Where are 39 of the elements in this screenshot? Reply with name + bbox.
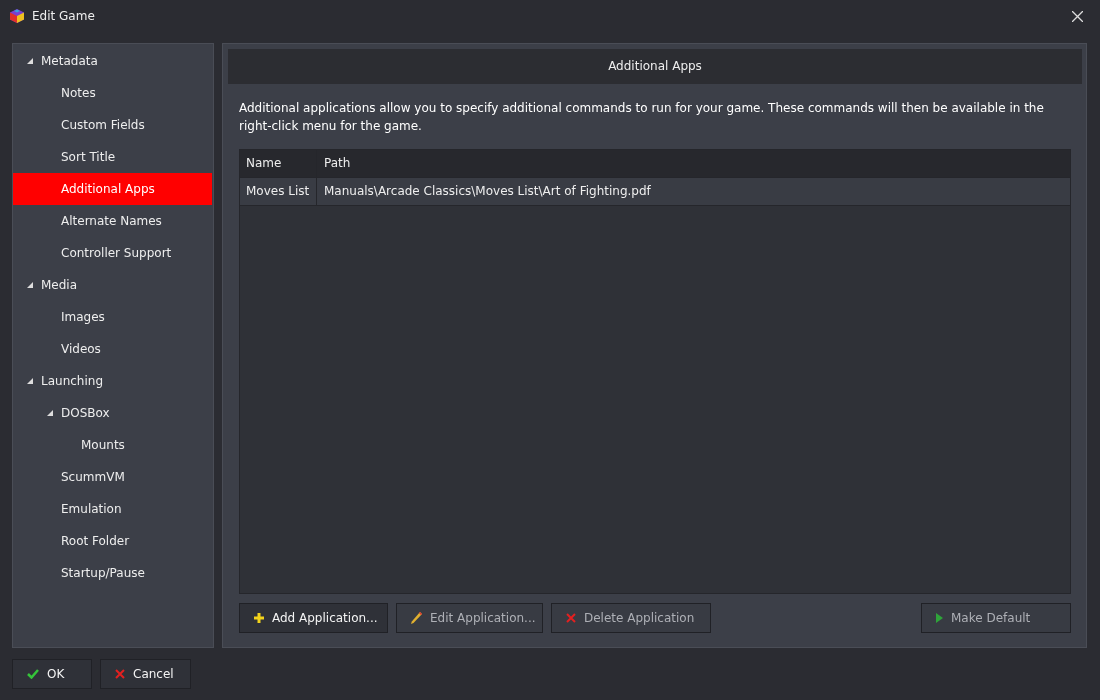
close-icon xyxy=(115,669,125,679)
column-header[interactable]: Name xyxy=(240,150,317,177)
ok-button[interactable]: OK xyxy=(12,659,92,689)
tree-item[interactable]: Root Folder xyxy=(13,525,212,557)
expand-arrow-icon[interactable] xyxy=(27,378,33,384)
tree-item[interactable]: Emulation xyxy=(13,493,212,525)
table-cell-text: Manuals\Arcade Classics\Moves List\Art of Fighting.pdf xyxy=(323,183,652,200)
tree-item[interactable]: Startup/Pause xyxy=(13,557,212,589)
expand-arrow-icon[interactable] xyxy=(27,58,33,64)
tree-item[interactable]: Additional Apps xyxy=(13,173,212,205)
tree-item[interactable]: Videos xyxy=(13,333,212,365)
column-header[interactable]: Path xyxy=(317,150,1070,177)
app-logo-icon xyxy=(10,9,24,23)
plus-icon xyxy=(254,613,264,623)
description-text: Additional applications allow you to specify additional commands to run for your game. These commands will then be available in the right-click menu for the game. xyxy=(239,100,1045,135)
tree-item[interactable]: Notes xyxy=(13,77,212,109)
tree-item[interactable]: Metadata xyxy=(13,45,212,77)
expand-arrow-icon[interactable] xyxy=(47,410,53,416)
tree-item[interactable]: Custom Fields xyxy=(13,109,212,141)
close-icon xyxy=(566,613,576,623)
tree-item[interactable]: Launching xyxy=(13,365,212,397)
tree-item[interactable]: Sort Title xyxy=(13,141,212,173)
add-application-button[interactable]: Add Application... xyxy=(239,603,388,633)
cancel-button[interactable]: Cancel xyxy=(100,659,191,689)
tree-item[interactable]: Media xyxy=(13,269,212,301)
play-icon xyxy=(936,613,943,623)
tree-item[interactable]: Alternate Names xyxy=(13,205,212,237)
expand-arrow-icon[interactable] xyxy=(27,282,33,288)
checkmark-icon xyxy=(27,669,39,679)
tree-item[interactable]: DOSBox xyxy=(13,397,212,429)
tree-item[interactable]: Images xyxy=(13,301,212,333)
table-cell: Moves List xyxy=(240,178,317,205)
tree-item[interactable]: Mounts xyxy=(13,429,212,461)
tree-item[interactable]: Controller Support xyxy=(13,237,212,269)
tree-item[interactable]: ScummVM xyxy=(13,461,212,493)
close-icon[interactable] xyxy=(1072,10,1083,22)
panel-title: Additional Apps xyxy=(228,49,1082,84)
pencil-icon xyxy=(411,612,422,624)
window-title: Edit Game xyxy=(32,9,95,23)
